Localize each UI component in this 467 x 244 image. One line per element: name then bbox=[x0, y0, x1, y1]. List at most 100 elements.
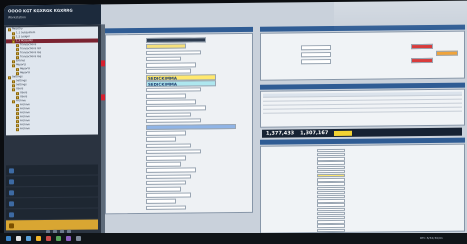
app-subtitle: Workstation bbox=[8, 15, 26, 20]
field-value[interactable] bbox=[146, 130, 186, 136]
folder-icon bbox=[12, 31, 15, 35]
folder-icon bbox=[16, 111, 19, 115]
status-chip bbox=[436, 50, 458, 56]
field-value[interactable] bbox=[146, 43, 186, 49]
folder-icon bbox=[12, 59, 15, 63]
folder-icon bbox=[16, 123, 19, 127]
table-cell bbox=[363, 104, 413, 108]
field-value[interactable] bbox=[146, 149, 201, 155]
folder-icon bbox=[9, 167, 14, 173]
folder-icon bbox=[12, 83, 15, 87]
folder-icon bbox=[16, 127, 19, 131]
total-debit: 1,377,433 bbox=[266, 130, 295, 137]
app-icon[interactable] bbox=[16, 236, 21, 241]
app-icon[interactable] bbox=[76, 236, 81, 241]
table-cell bbox=[313, 105, 363, 109]
module-list bbox=[6, 164, 98, 231]
field-value[interactable] bbox=[146, 118, 201, 124]
field-value[interactable] bbox=[146, 105, 206, 111]
field-value[interactable] bbox=[146, 137, 176, 142]
table-cell bbox=[363, 96, 413, 100]
gear-icon bbox=[9, 211, 14, 217]
folder-icon bbox=[12, 79, 15, 83]
field-value[interactable] bbox=[317, 228, 345, 233]
field-value[interactable] bbox=[146, 180, 186, 186]
field-value[interactable] bbox=[301, 59, 331, 65]
field-value[interactable] bbox=[146, 186, 181, 192]
table-cell bbox=[412, 104, 462, 108]
app-icon[interactable] bbox=[56, 236, 61, 241]
tree-item[interactable]: Archive bbox=[6, 126, 98, 131]
field-value[interactable] bbox=[146, 68, 191, 74]
entries-panel bbox=[260, 88, 465, 128]
field-value[interactable] bbox=[146, 174, 191, 180]
folder-icon bbox=[16, 47, 19, 51]
app-icon[interactable] bbox=[46, 236, 51, 241]
table-cell bbox=[412, 96, 462, 100]
field-value[interactable] bbox=[146, 167, 196, 173]
app-window: OOOO KGT KGXRGK KGXRRG Workstation Regis… bbox=[4, 0, 467, 239]
field-value[interactable] bbox=[146, 143, 191, 149]
table-cell bbox=[313, 97, 363, 101]
star-icon bbox=[9, 222, 14, 228]
browser-icon[interactable] bbox=[26, 236, 31, 241]
table-cell bbox=[363, 92, 413, 96]
folder-icon bbox=[16, 107, 19, 111]
status-chip bbox=[334, 130, 353, 136]
field-value[interactable] bbox=[146, 205, 186, 211]
field-value[interactable] bbox=[146, 93, 186, 99]
field-value[interactable] bbox=[146, 50, 201, 56]
field-value[interactable] bbox=[146, 192, 191, 198]
field-value[interactable] bbox=[146, 99, 196, 105]
module-button[interactable] bbox=[6, 197, 98, 209]
module-button[interactable] bbox=[6, 164, 98, 176]
status-chip bbox=[411, 57, 433, 63]
module-button[interactable] bbox=[6, 186, 98, 198]
folder-icon bbox=[12, 63, 15, 67]
form-row bbox=[110, 204, 250, 211]
total-credit: 1,307,167 bbox=[300, 130, 329, 137]
field-value[interactable] bbox=[146, 56, 181, 62]
summary-row bbox=[265, 58, 405, 65]
folder-icon bbox=[12, 99, 15, 103]
app-title: OOOO KGT KGXRGK KGXRRG bbox=[8, 7, 73, 14]
field-value[interactable] bbox=[146, 37, 206, 43]
folder-icon bbox=[16, 115, 19, 119]
table-cell bbox=[263, 97, 313, 101]
folder-icon[interactable] bbox=[36, 236, 41, 241]
field-value[interactable] bbox=[146, 155, 186, 161]
table-row[interactable] bbox=[263, 107, 462, 114]
table-cell bbox=[313, 109, 363, 113]
start-icon[interactable] bbox=[6, 236, 11, 241]
folder-icon bbox=[16, 51, 19, 55]
summary-row bbox=[265, 51, 405, 58]
field-value[interactable] bbox=[146, 124, 236, 130]
folder-icon bbox=[16, 103, 19, 107]
folder-icon bbox=[16, 119, 19, 123]
field-value[interactable]: SEDICKIMMA bbox=[146, 80, 216, 87]
table-cell bbox=[313, 93, 363, 97]
field-value[interactable] bbox=[146, 87, 201, 93]
folder-icon bbox=[8, 27, 11, 31]
details-panel bbox=[260, 143, 465, 234]
field-value[interactable] bbox=[146, 161, 181, 167]
module-button[interactable] bbox=[6, 175, 98, 187]
field-value[interactable] bbox=[301, 45, 331, 51]
app-icon[interactable] bbox=[66, 236, 71, 241]
field-value[interactable] bbox=[301, 52, 331, 58]
summary-panel bbox=[260, 30, 465, 81]
totals-bar: 1,377,433 1,307,167 bbox=[262, 127, 462, 138]
module-button[interactable] bbox=[6, 208, 98, 220]
field-value[interactable] bbox=[146, 199, 176, 204]
table-cell bbox=[363, 108, 413, 112]
field-value[interactable] bbox=[146, 62, 196, 68]
folder-icon bbox=[12, 87, 15, 91]
app-title-bar: OOOO KGT KGXRGK KGXRRG Workstation bbox=[4, 4, 101, 26]
summary-row bbox=[265, 44, 405, 51]
folder-icon bbox=[16, 91, 19, 95]
record-form: SEDICKIMMA SEDICKIMMA bbox=[105, 32, 253, 215]
table-cell bbox=[363, 100, 413, 104]
field-value[interactable] bbox=[146, 112, 191, 118]
taskbar: RTC 8/32/30/01 bbox=[0, 233, 467, 244]
chart-icon bbox=[9, 189, 14, 195]
